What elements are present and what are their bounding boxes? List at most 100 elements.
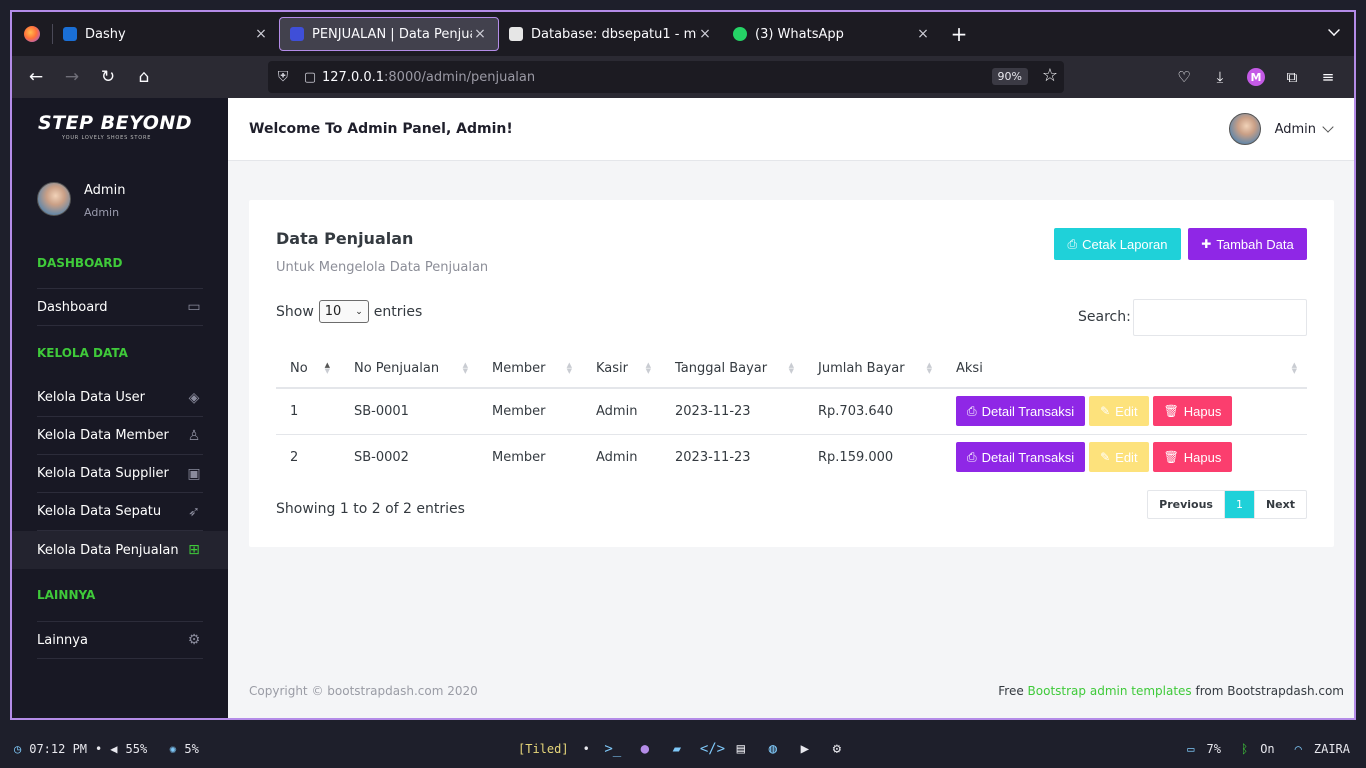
folder-icon[interactable]: ▰ bbox=[668, 741, 686, 757]
home-icon[interactable]: ⌂ bbox=[126, 61, 162, 93]
extensions-icon[interactable]: ⧉ bbox=[1274, 61, 1310, 93]
table-info: Showing 1 to 2 of 2 entries bbox=[276, 501, 465, 517]
sidebar-profile: Admin Admin bbox=[37, 182, 125, 219]
column-header-no-penjualan[interactable]: No Penjualan ▲ ▼ bbox=[340, 350, 478, 389]
chevron-down-icon: ⌄ bbox=[355, 306, 363, 317]
tab-whatsapp[interactable]: (3) WhatsApp × bbox=[723, 17, 941, 51]
monitor-icon: ▭ bbox=[187, 299, 201, 315]
account-icon[interactable]: M bbox=[1238, 61, 1274, 93]
sidebar-item-lainnya[interactable]: Lainnya ⚙ bbox=[37, 621, 203, 659]
trash-icon: 🗑 bbox=[1163, 450, 1179, 465]
chevron-down-icon[interactable] bbox=[1328, 24, 1340, 36]
nav-bar: ← → ↻ ⌂ ⛨ ▢ 127.0.0.1:8000/admin/penjual… bbox=[12, 56, 1354, 98]
delete-button[interactable]: 🗑 Hapus bbox=[1152, 442, 1233, 473]
dashy-icon bbox=[63, 27, 77, 41]
close-icon[interactable]: × bbox=[472, 26, 488, 42]
edit-icon: ✎ bbox=[1100, 450, 1111, 465]
volume-icon[interactable]: ◀ bbox=[110, 742, 117, 756]
back-icon[interactable]: ← bbox=[18, 61, 54, 93]
footer-copyright: Copyright © bootstrapdash.com 2020 bbox=[249, 684, 478, 698]
footer-link[interactable]: Bootstrap admin templates bbox=[1028, 684, 1192, 698]
column-header-kasir[interactable]: Kasir ▲ ▼ bbox=[582, 350, 661, 389]
edit-button[interactable]: ✎ Edit bbox=[1089, 442, 1149, 473]
brand-logo[interactable]: STEP BEYOND YOUR LOVELY SHOES STORE bbox=[38, 112, 192, 141]
shield-icon[interactable]: ⛨ bbox=[268, 69, 298, 85]
chevron-down-icon bbox=[1322, 121, 1334, 133]
column-header-tanggal-bayar[interactable]: Tanggal Bayar ▲ ▼ bbox=[661, 350, 804, 389]
detail-transaction-button[interactable]: ⎙ Detail Transaksi bbox=[956, 442, 1086, 473]
data-card: Data Penjualan Untuk Mengelola Data Penj… bbox=[249, 200, 1334, 547]
edit-button[interactable]: ✎ Edit bbox=[1089, 396, 1149, 427]
tab-phpmyadmin[interactable]: Database: dbsepatu1 - mysql × bbox=[499, 17, 723, 51]
forward-icon[interactable]: → bbox=[54, 61, 90, 93]
layers-icon: ◈ bbox=[188, 389, 200, 406]
page-icon: ▢ bbox=[303, 69, 317, 85]
bookmark-star-icon[interactable]: ☆ bbox=[1042, 65, 1058, 86]
briefcase-icon: ▣ bbox=[187, 465, 201, 482]
clock-icon: ◷ bbox=[14, 742, 22, 756]
layout-indicator[interactable]: [Tiled] bbox=[518, 742, 569, 756]
sidebar-item-supplier[interactable]: Kelola Data Supplier ▣ bbox=[37, 455, 203, 493]
close-icon[interactable]: × bbox=[697, 26, 713, 42]
url-bar[interactable]: ⛨ ▢ 127.0.0.1:8000/admin/penjualan 90% ☆ bbox=[268, 61, 1064, 93]
sidebar-item-user[interactable]: Kelola Data User ◈ bbox=[37, 379, 203, 417]
sidebar-item-sepatu[interactable]: Kelola Data Sepatu ➶ bbox=[37, 493, 203, 531]
tab-penjualan[interactable]: PENJUALAN | Data Penjualan × bbox=[279, 17, 499, 51]
whatsapp-icon bbox=[733, 27, 747, 41]
gear-icon[interactable]: ⚙ bbox=[828, 741, 846, 757]
user-icon: ♙ bbox=[187, 427, 201, 444]
chat-icon[interactable]: ◍ bbox=[764, 741, 782, 757]
rocket-icon: ➶ bbox=[188, 503, 200, 520]
detail-transaction-button[interactable]: ⎙ Detail Transaksi bbox=[956, 396, 1086, 427]
sales-table: No ▲ ▼ No Penjualan ▲ ▼ Member ▲ ▼ Kasir ▲ ▼ Tan… bbox=[276, 350, 1307, 480]
sidebar-item-dashboard[interactable]: Dashboard ▭ bbox=[37, 288, 203, 326]
pagination-page-1[interactable]: 1 bbox=[1223, 491, 1255, 518]
close-icon[interactable]: × bbox=[915, 26, 931, 42]
print-report-button[interactable]: ⎙ Cetak Laporan bbox=[1054, 228, 1181, 260]
pagination: Previous 1 Next bbox=[1147, 490, 1307, 519]
column-header-jumlah-bayar[interactable]: Jumlah Bayar ▲ ▼ bbox=[804, 350, 942, 389]
column-header-no[interactable]: No ▲ ▼ bbox=[276, 350, 340, 389]
wifi-icon[interactable]: ◠ bbox=[1295, 742, 1302, 756]
page-subtitle: Untuk Mengelola Data Penjualan bbox=[276, 260, 489, 275]
pocket-icon[interactable]: ♡ bbox=[1166, 61, 1202, 93]
avatar bbox=[1228, 113, 1261, 145]
database-icon bbox=[509, 27, 523, 41]
search-input[interactable] bbox=[1133, 299, 1307, 336]
pagination-previous[interactable]: Previous bbox=[1148, 491, 1224, 518]
user-dropdown[interactable]: Admin bbox=[1228, 113, 1334, 145]
gear-icon: ⚙ bbox=[187, 632, 201, 648]
trash-icon: 🗑 bbox=[1163, 404, 1179, 419]
page-title: Data Penjualan bbox=[276, 229, 414, 248]
firefox-icon[interactable]: ● bbox=[636, 741, 654, 757]
sidebar-item-penjualan[interactable]: Kelola Data Penjualan ⊞ bbox=[37, 531, 203, 569]
firefox-icon[interactable] bbox=[12, 12, 52, 56]
menu-icon[interactable]: ≡ bbox=[1310, 61, 1346, 93]
column-header-aksi[interactable]: Aksi ▲ ▼ bbox=[942, 350, 1307, 389]
zoom-indicator[interactable]: 90% bbox=[991, 68, 1028, 85]
tab-dashy[interactable]: Dashy × bbox=[53, 17, 279, 51]
column-header-member[interactable]: Member ▲ ▼ bbox=[478, 350, 582, 389]
sidebar-item-member[interactable]: Kelola Data Member ♙ bbox=[37, 417, 203, 455]
book-icon[interactable]: ▤ bbox=[732, 741, 750, 757]
entries-select[interactable]: 10 ⌄ bbox=[318, 300, 369, 323]
bluetooth-icon[interactable]: ᛒ bbox=[1241, 742, 1248, 756]
code-icon[interactable]: </> bbox=[700, 741, 725, 757]
new-tab-button[interactable]: + bbox=[941, 22, 977, 46]
top-navbar: Welcome To Admin Panel, Admin! Admin bbox=[228, 98, 1354, 161]
footer-credit: Free Bootstrap admin templates from Boot… bbox=[998, 684, 1344, 698]
youtube-icon[interactable]: ▶ bbox=[796, 741, 814, 757]
add-data-button[interactable]: ✚ Tambah Data bbox=[1188, 228, 1307, 260]
print-icon: ⎙ bbox=[1067, 236, 1078, 251]
reload-icon[interactable]: ↻ bbox=[90, 61, 126, 93]
print-icon: ⎙ bbox=[967, 449, 977, 464]
download-icon[interactable]: ⤓ bbox=[1202, 61, 1238, 93]
entries-length: Show 10 ⌄ entries bbox=[276, 300, 422, 323]
brightness-icon[interactable]: ✺ bbox=[169, 742, 176, 756]
pagination-next[interactable]: Next bbox=[1255, 491, 1306, 518]
delete-button[interactable]: 🗑 Hapus bbox=[1152, 396, 1233, 427]
close-icon[interactable]: × bbox=[253, 26, 269, 42]
terminal-icon[interactable]: >_ bbox=[604, 741, 622, 757]
welcome-text: Welcome To Admin Panel, Admin! bbox=[249, 121, 513, 137]
battery-icon[interactable]: ▭ bbox=[1187, 742, 1194, 756]
